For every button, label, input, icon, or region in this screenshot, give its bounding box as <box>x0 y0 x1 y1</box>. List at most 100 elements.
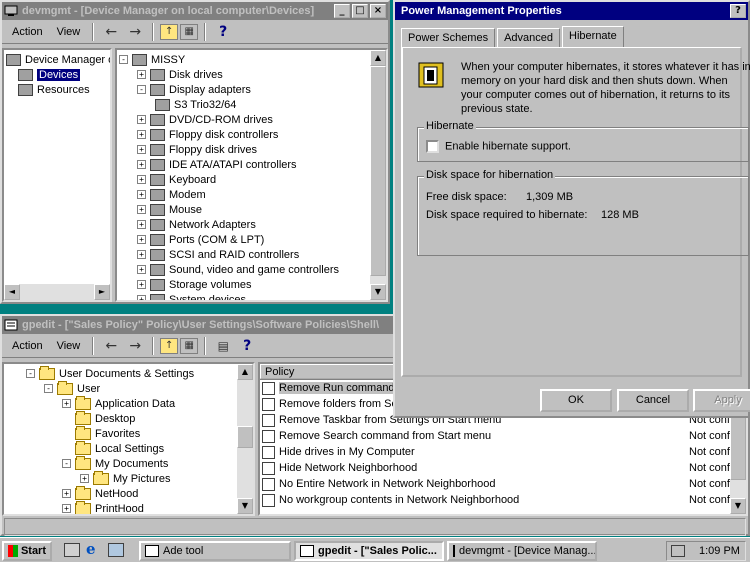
horizontal-scrollbar[interactable]: ◄ ► <box>4 284 110 300</box>
back-arrow-icon[interactable]: ← <box>100 336 122 356</box>
expand-icon[interactable]: + <box>137 70 146 79</box>
devmgmt-titlebar[interactable]: devmgmt - [Device Manager on local compu… <box>2 2 388 20</box>
tree-item-device[interactable]: + System devices <box>119 292 386 300</box>
cancel-button[interactable]: Cancel <box>617 389 689 412</box>
apply-button[interactable]: Apply <box>693 389 750 412</box>
scroll-right-button[interactable]: ► <box>94 284 110 300</box>
tree-item-folder[interactable]: Local Settings <box>26 440 253 456</box>
up-folder-icon[interactable]: ↑ <box>160 337 179 354</box>
show-hide-tree-icon[interactable]: ▦ <box>180 23 199 40</box>
taskbar-item-ade-tool[interactable]: Ade tool <box>139 541 291 561</box>
tree-item-resources[interactable]: Resources <box>6 82 110 97</box>
column-header-policy[interactable]: Policy <box>260 364 400 379</box>
tree-root-missy[interactable]: - MISSY <box>119 52 386 67</box>
tab-power-schemes[interactable]: Power Schemes <box>401 28 496 47</box>
power-titlebar[interactable]: Power Management Properties ? <box>395 2 748 20</box>
expand-icon[interactable]: + <box>137 295 146 300</box>
checkbox-box[interactable] <box>426 140 439 153</box>
show-hide-tree-icon[interactable]: ▦ <box>180 337 199 354</box>
expand-icon[interactable]: + <box>62 504 71 513</box>
expand-icon[interactable]: + <box>137 190 146 199</box>
tree-item-folder[interactable]: - My Documents <box>26 455 253 471</box>
start-button[interactable]: Start <box>2 541 52 561</box>
tree-item-folder[interactable]: + My Pictures <box>26 470 253 486</box>
back-arrow-icon[interactable]: ← <box>100 22 122 42</box>
scroll-up-button[interactable]: ▲ <box>370 50 386 66</box>
tree-item-device[interactable]: - Display adapters <box>119 82 386 97</box>
quicklaunch-ie-icon[interactable]: e <box>86 542 102 558</box>
tree-item-device[interactable]: + IDE ATA/ATAPI controllers <box>119 157 386 172</box>
tree-item-device[interactable]: + Disk drives <box>119 67 386 82</box>
help-button[interactable]: ? <box>730 4 746 18</box>
expand-icon[interactable]: + <box>62 399 71 408</box>
tree-item-device[interactable]: + Keyboard <box>119 172 386 187</box>
tray-computer-icon[interactable] <box>671 545 685 557</box>
scroll-thumb[interactable] <box>370 66 386 276</box>
tree-item-devices[interactable]: Devices <box>6 67 110 82</box>
minimize-button[interactable]: _ <box>334 4 350 18</box>
expand-icon[interactable]: + <box>137 130 146 139</box>
collapse-icon[interactable]: - <box>119 55 128 64</box>
help-icon[interactable]: ? <box>236 336 258 356</box>
up-folder-icon[interactable]: ↑ <box>160 23 179 40</box>
expand-icon[interactable]: + <box>137 235 146 244</box>
expand-icon[interactable]: + <box>80 474 89 483</box>
scroll-left-button[interactable]: ◄ <box>4 284 20 300</box>
tree-item-device[interactable]: + Ports (COM & LPT) <box>119 232 386 247</box>
policy-row[interactable]: Remove Search command from Start menu Not… <box>260 428 746 444</box>
menu-view[interactable]: View <box>51 24 87 40</box>
collapse-icon[interactable]: - <box>26 369 35 378</box>
forward-arrow-icon[interactable]: → <box>124 336 146 356</box>
expand-icon[interactable]: + <box>137 160 146 169</box>
scroll-down-button[interactable]: ▼ <box>237 498 253 514</box>
scroll-thumb[interactable] <box>237 426 253 448</box>
tree-item-folder[interactable]: + Application Data <box>26 395 253 411</box>
forward-arrow-icon[interactable]: → <box>124 22 146 42</box>
tree-item-folder[interactable]: - User <box>26 380 253 396</box>
tree-item-device[interactable]: + Floppy disk controllers <box>119 127 386 142</box>
scroll-down-button[interactable]: ▼ <box>370 284 386 300</box>
tree-item-folder[interactable]: Desktop <box>26 410 253 426</box>
policy-row[interactable]: No Entire Network in Network Neighborhoo… <box>260 476 746 492</box>
tab-hibernate[interactable]: Hibernate <box>562 26 624 47</box>
expand-icon[interactable]: + <box>137 205 146 214</box>
vertical-scrollbar[interactable]: ▲ ▼ <box>370 50 386 300</box>
properties-icon[interactable]: ▤ <box>212 336 234 356</box>
tree-item-folder[interactable]: - User Documents & Settings <box>26 365 253 381</box>
menu-action[interactable]: Action <box>6 338 49 354</box>
quicklaunch-desktop-icon[interactable] <box>64 543 80 557</box>
ok-button[interactable]: OK <box>540 389 612 412</box>
quicklaunch-explorer-icon[interactable] <box>108 543 124 557</box>
policy-row[interactable]: No workgroup contents in Network Neighbo… <box>260 492 746 508</box>
tree-item-device[interactable]: + DVD/CD-ROM drives <box>119 112 386 127</box>
taskbar-item-gpedit[interactable]: gpedit - ["Sales Polic... <box>294 541 444 561</box>
policy-row[interactable]: Hide Network Neighborhood Not confi <box>260 460 746 476</box>
tree-item-device[interactable]: + SCSI and RAID controllers <box>119 247 386 262</box>
close-button[interactable]: × <box>370 4 386 18</box>
collapse-icon[interactable]: - <box>62 459 71 468</box>
menu-action[interactable]: Action <box>6 24 49 40</box>
tree-item-folder[interactable]: + PrintHood <box>26 500 253 514</box>
expand-icon[interactable]: + <box>62 489 71 498</box>
menu-view[interactable]: View <box>51 338 87 354</box>
tab-advanced[interactable]: Advanced <box>497 28 561 47</box>
taskbar-item-devmgmt[interactable]: devmgmt - [Device Manag... <box>447 541 597 561</box>
scroll-up-button[interactable]: ▲ <box>237 364 253 380</box>
scroll-down-button[interactable]: ▼ <box>730 498 746 514</box>
expand-icon[interactable]: + <box>137 175 146 184</box>
collapse-icon[interactable]: - <box>137 85 146 94</box>
tree-item-device[interactable]: + Floppy disk drives <box>119 142 386 157</box>
tree-item-device[interactable]: + Storage volumes <box>119 277 386 292</box>
tree-item-folder[interactable]: + NetHood <box>26 485 253 501</box>
clock[interactable]: 1:09 PM <box>699 545 740 557</box>
expand-icon[interactable]: + <box>137 220 146 229</box>
tree-item-device[interactable]: + Network Adapters <box>119 217 386 232</box>
expand-icon[interactable]: + <box>137 115 146 124</box>
tree-item-device[interactable]: S3 Trio32/64 <box>119 97 386 112</box>
tree-item-device-manager[interactable]: Device Manager or <box>6 52 110 67</box>
tree-item-device[interactable]: + Mouse <box>119 202 386 217</box>
expand-icon[interactable]: + <box>137 280 146 289</box>
tree-item-folder[interactable]: Favorites <box>26 425 253 441</box>
maximize-button[interactable]: □ <box>352 4 368 18</box>
enable-hibernate-checkbox[interactable]: Enable hibernate support. <box>426 140 571 153</box>
